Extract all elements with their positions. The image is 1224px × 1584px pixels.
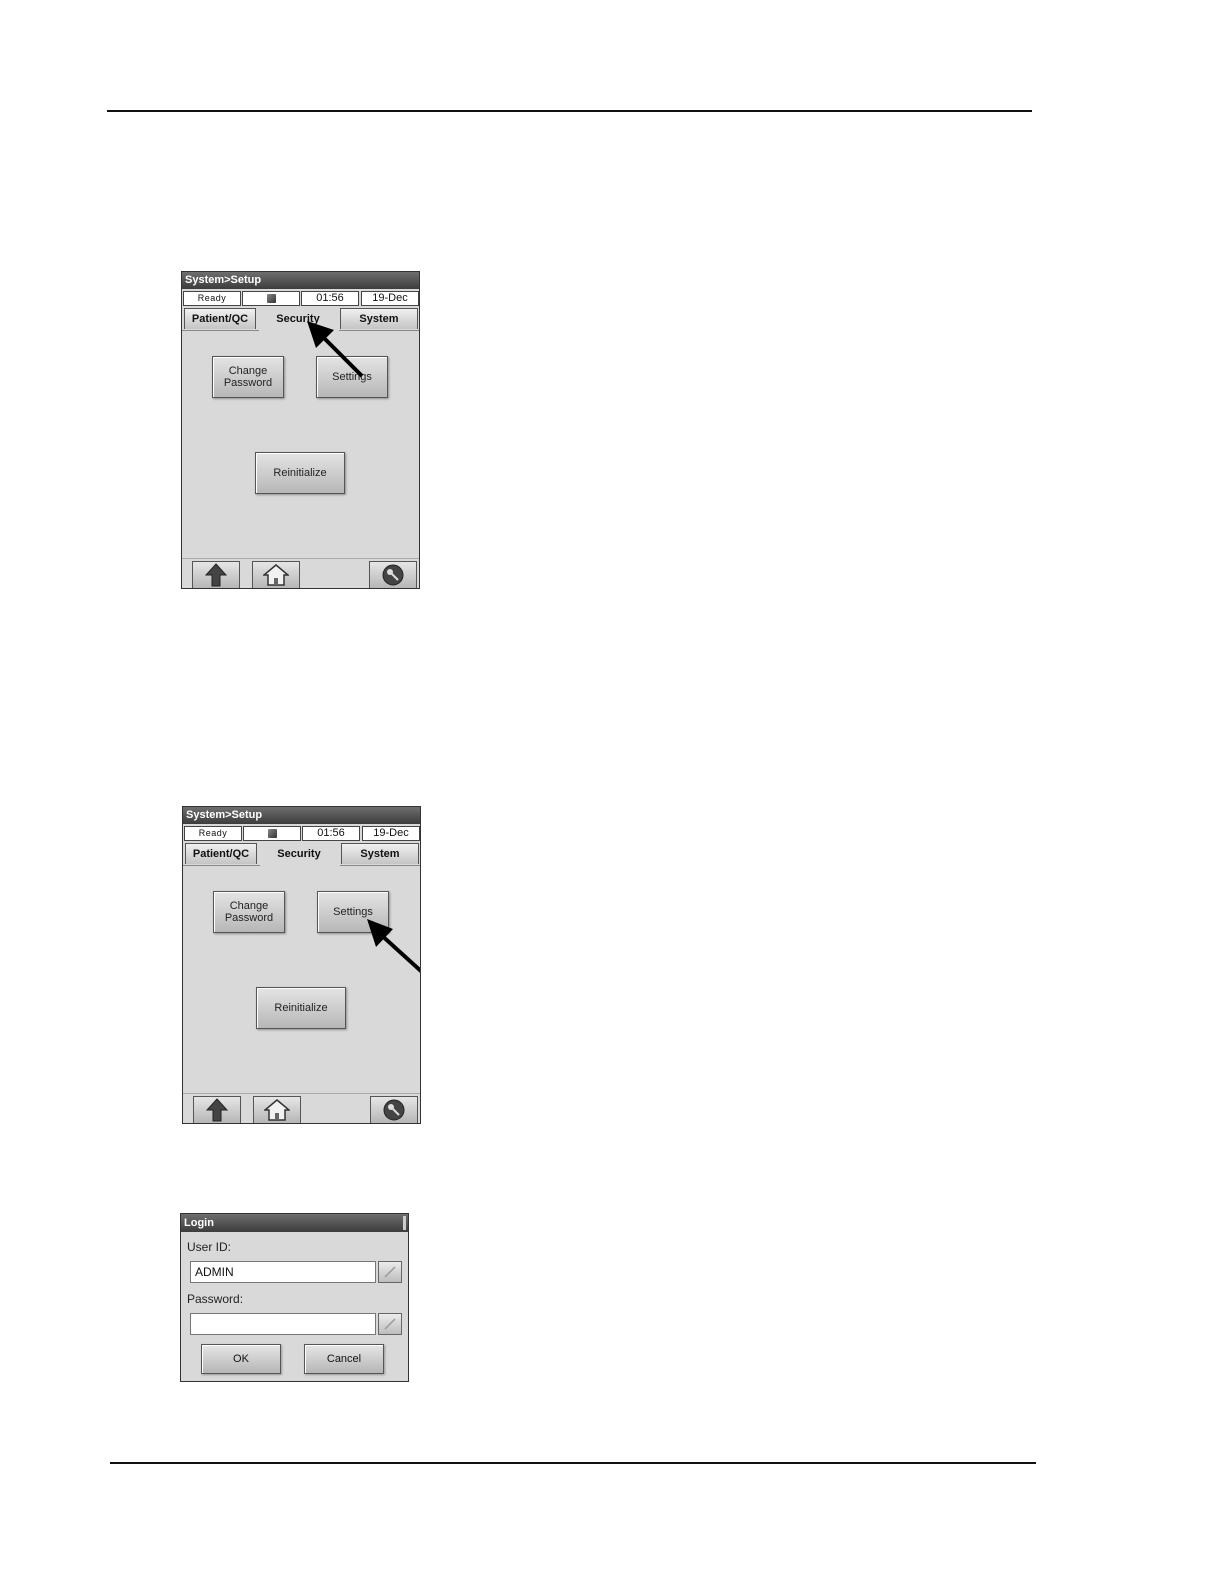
user-id-keyboard-button[interactable] bbox=[378, 1261, 402, 1283]
login-dialog: Login User ID: ADMIN Password: OK Cancel bbox=[180, 1213, 409, 1382]
cancel-button[interactable]: Cancel bbox=[304, 1344, 384, 1374]
setup-screen-settings: System>Setup Ready 01:56 19-Dec Patient/… bbox=[182, 806, 421, 1124]
pencil-icon bbox=[384, 1318, 396, 1330]
callout-arrow bbox=[307, 321, 364, 378]
ok-button[interactable]: OK bbox=[201, 1344, 281, 1374]
password-field[interactable] bbox=[190, 1313, 376, 1335]
dialog-scroll-handle bbox=[403, 1216, 406, 1230]
header-rule bbox=[107, 110, 1032, 112]
user-id-label: User ID: bbox=[187, 1240, 232, 1254]
setup-screen-security-tab: System>Setup Ready 01:56 19-Dec Patient/… bbox=[181, 271, 420, 589]
callout-arrow bbox=[367, 919, 420, 973]
dialog-title: Login bbox=[181, 1214, 408, 1232]
user-id-field[interactable]: ADMIN bbox=[190, 1261, 376, 1283]
footer-rule bbox=[110, 1462, 1036, 1464]
password-keyboard-button[interactable] bbox=[378, 1313, 402, 1335]
pencil-icon bbox=[384, 1266, 396, 1278]
password-label: Password: bbox=[187, 1292, 244, 1306]
